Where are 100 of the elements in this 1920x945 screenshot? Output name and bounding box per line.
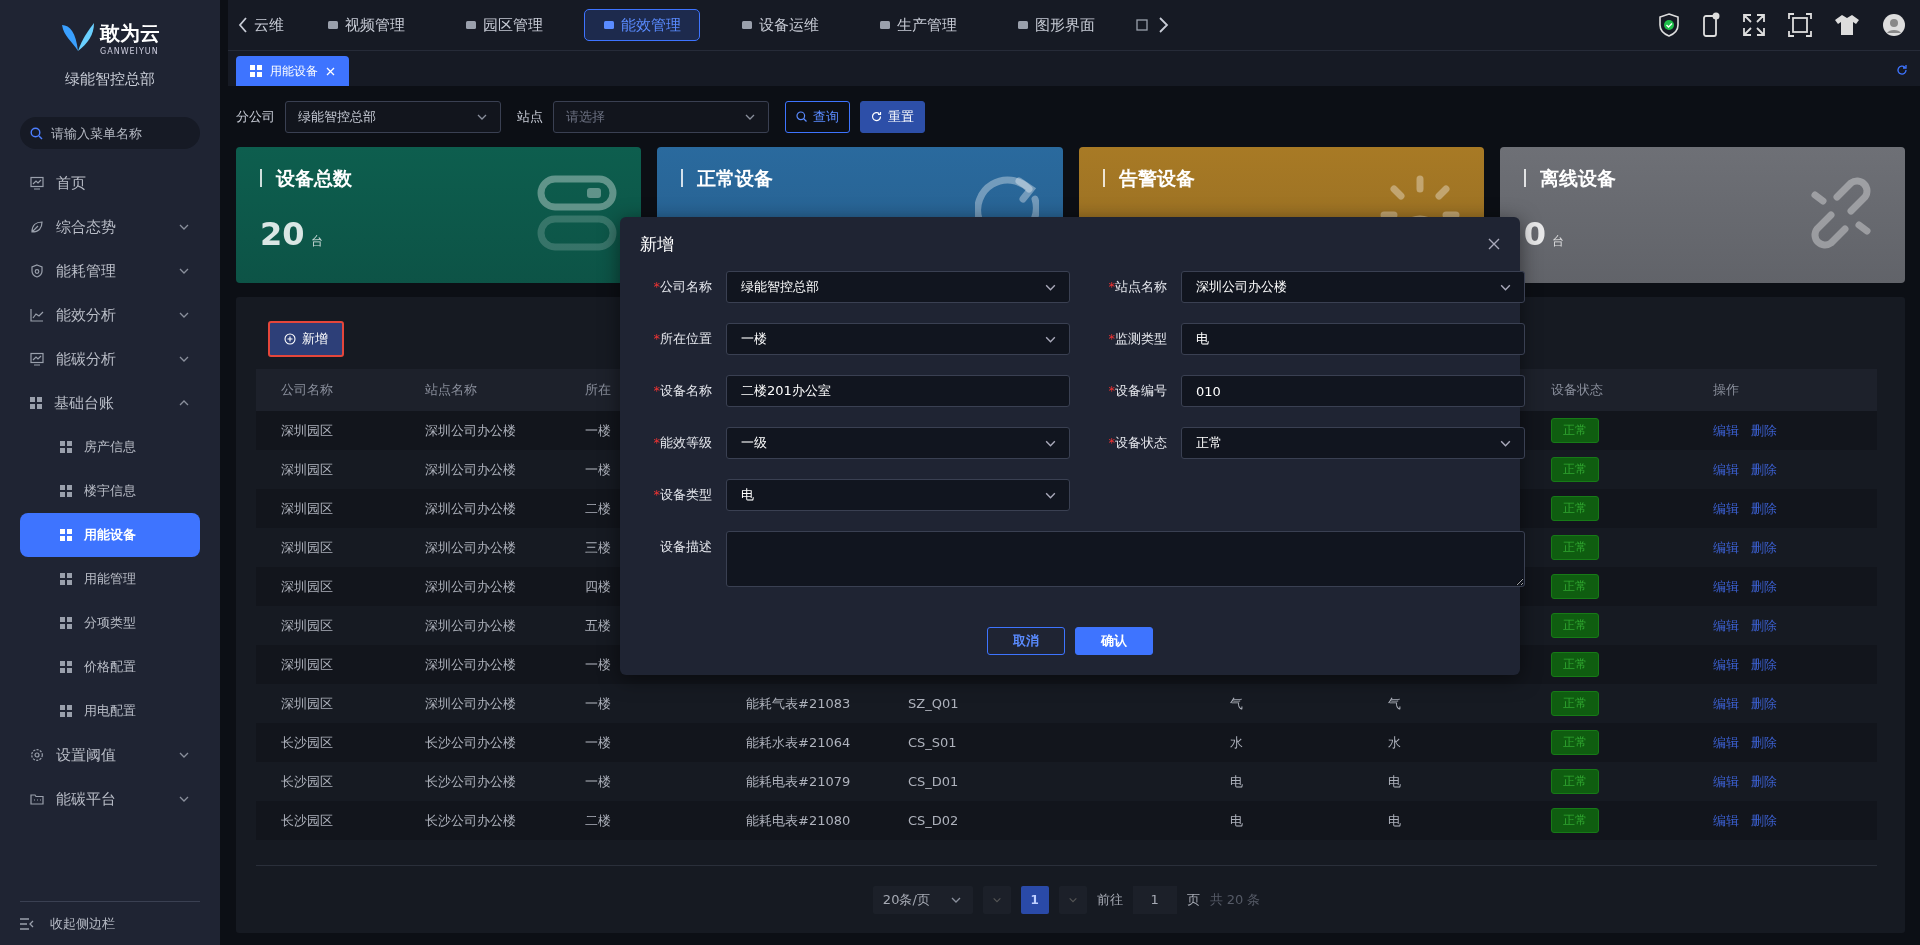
menu-item[interactable]: 能碳分析 bbox=[20, 337, 200, 381]
fullscreen-icon[interactable] bbox=[1742, 13, 1766, 37]
page-button[interactable]: 1 bbox=[1020, 885, 1049, 914]
table-cell: 水 bbox=[1230, 733, 1243, 752]
input-field[interactable]: 010 bbox=[1181, 375, 1525, 407]
nav-tab[interactable]: 图形界面 bbox=[998, 9, 1114, 41]
submenu-item[interactable]: 房产信息 bbox=[20, 425, 200, 469]
nav-item-icon bbox=[1136, 19, 1148, 31]
table-cell: 长沙园区 bbox=[281, 733, 333, 752]
table-cell: 能耗电表#21080 bbox=[746, 811, 851, 830]
brand-subtitle: GANWEIYUN bbox=[100, 47, 160, 56]
table-cell: 深圳公司办公楼 bbox=[425, 655, 516, 674]
required-mark: * bbox=[1108, 330, 1115, 348]
status-tag: 正常 bbox=[1551, 457, 1599, 482]
input-field[interactable]: 二楼201办公室 bbox=[726, 375, 1070, 407]
dialog-title: 新增 bbox=[640, 232, 674, 256]
submenu-item[interactable]: 价格配置 bbox=[20, 645, 200, 689]
input-field[interactable]: 电 bbox=[1181, 323, 1525, 355]
menu-search-box[interactable]: 请输入菜单名称 bbox=[20, 117, 200, 149]
phone-icon[interactable] bbox=[1702, 12, 1720, 38]
menu-search-field[interactable]: 请输入菜单名称 bbox=[49, 124, 189, 142]
shirt-icon[interactable] bbox=[1834, 14, 1860, 36]
collapse-sidebar-link[interactable]: 收起侧边栏 bbox=[50, 914, 115, 933]
menu-item[interactable]: 能碳平台 bbox=[20, 777, 200, 821]
frame-icon[interactable] bbox=[1788, 13, 1812, 37]
description-field[interactable] bbox=[726, 531, 1525, 587]
field-label: 设备名称 bbox=[660, 382, 712, 400]
table-cell: 深圳公司办公楼 bbox=[425, 421, 516, 440]
table-cell: 三楼 bbox=[585, 538, 611, 557]
column-header: 所在 bbox=[585, 381, 611, 399]
grid-icon bbox=[60, 529, 72, 541]
grid-icon bbox=[60, 617, 72, 629]
avatar-icon[interactable] bbox=[1882, 13, 1906, 37]
table-cell: 电 bbox=[1230, 772, 1243, 791]
shield-icon bbox=[30, 264, 44, 278]
select-field[interactable]: 电 bbox=[726, 479, 1070, 511]
nav-tab[interactable]: 园区管理 bbox=[446, 9, 562, 41]
grid-icon bbox=[60, 573, 72, 585]
field-label: 公司名称 bbox=[660, 278, 712, 296]
shield-check-icon[interactable] bbox=[1658, 13, 1680, 37]
table-cell: 深圳园区 bbox=[281, 577, 333, 596]
select-field[interactable]: 正常 bbox=[1181, 427, 1525, 459]
submenu-item[interactable]: 用能设备 bbox=[20, 513, 200, 557]
required-mark: * bbox=[653, 486, 660, 504]
plus-circle-icon bbox=[284, 333, 296, 345]
page-tab[interactable]: 用能设备 bbox=[236, 56, 349, 86]
menu-item[interactable]: 综合态势 bbox=[20, 205, 200, 249]
required-mark: * bbox=[1108, 382, 1115, 400]
table-cell: 一楼 bbox=[585, 460, 611, 479]
grid-icon bbox=[60, 705, 72, 717]
close-icon[interactable] bbox=[1488, 238, 1500, 250]
status-tag: 正常 bbox=[1551, 691, 1599, 716]
table-cell: 深圳公司办公楼 bbox=[425, 460, 516, 479]
table-cell: 深圳园区 bbox=[281, 460, 333, 479]
menu-item[interactable]: 能效分析 bbox=[20, 293, 200, 337]
nav-item-icon bbox=[465, 19, 477, 31]
table-cell: 深圳园区 bbox=[281, 616, 333, 635]
menu-item[interactable]: 设置阈值 bbox=[20, 733, 200, 777]
submenu-item[interactable]: 用能管理 bbox=[20, 557, 200, 601]
card-value: 0 bbox=[1523, 215, 1546, 253]
nav-back-link[interactable]: 云维 bbox=[238, 15, 284, 35]
nav-tab[interactable]: 能效管理 bbox=[584, 9, 700, 41]
select-field[interactable]: 一楼 bbox=[726, 323, 1070, 355]
cancel-button[interactable]: 取消 bbox=[987, 627, 1065, 655]
card-title: 正常设备 bbox=[681, 169, 774, 187]
table-cell: 深圳公司办公楼 bbox=[425, 616, 516, 635]
grid-icon bbox=[250, 65, 262, 77]
page-size-select[interactable]: 20条/页 bbox=[872, 885, 973, 914]
reset-button[interactable]: 重置 bbox=[860, 100, 925, 133]
nav-tab[interactable]: 生产管理 bbox=[860, 9, 976, 41]
menu-item[interactable]: 首页 bbox=[20, 161, 200, 205]
select-field[interactable]: 一级 bbox=[726, 427, 1070, 459]
required-mark: * bbox=[653, 434, 660, 452]
grid-icon bbox=[60, 441, 72, 453]
menu-item[interactable]: 基础台账 bbox=[20, 381, 200, 425]
select-field[interactable]: 绿能智控总部 bbox=[726, 271, 1070, 303]
nav-tab[interactable]: 视频管理 bbox=[308, 9, 424, 41]
submenu-item[interactable]: 用电配置 bbox=[20, 689, 200, 733]
table-cell: 能耗电表#21079 bbox=[746, 772, 851, 791]
nav-tab[interactable]: 设备运维 bbox=[722, 9, 838, 41]
confirm-button[interactable]: 确认 bbox=[1075, 627, 1153, 655]
goto-page-field[interactable]: 1 bbox=[1132, 885, 1177, 914]
status-tag: 正常 bbox=[1551, 769, 1599, 794]
select-field[interactable]: 深圳公司办公楼 bbox=[1181, 271, 1525, 303]
filter-label: 站点 bbox=[517, 107, 543, 126]
nav-item-icon bbox=[603, 19, 615, 31]
menu-item[interactable]: 能耗管理 bbox=[20, 249, 200, 293]
table-cell: 能耗气表#21083 bbox=[746, 694, 851, 713]
table-cell: 深圳园区 bbox=[281, 694, 333, 713]
query-button[interactable]: 查询 bbox=[785, 100, 850, 133]
submenu-item[interactable]: 分项类型 bbox=[20, 601, 200, 645]
filter-select[interactable]: 请选择 bbox=[553, 100, 769, 133]
filter-select[interactable]: 绿能智控总部 bbox=[285, 100, 501, 133]
card-title: 告警设备 bbox=[1102, 169, 1195, 187]
search-icon bbox=[30, 126, 43, 140]
add-button[interactable]: 新增 bbox=[268, 321, 344, 357]
collapse-icon bbox=[20, 917, 34, 930]
refresh-icon[interactable] bbox=[1896, 64, 1908, 76]
page-label: 页 bbox=[1186, 890, 1200, 909]
submenu-item[interactable]: 楼宇信息 bbox=[20, 469, 200, 513]
